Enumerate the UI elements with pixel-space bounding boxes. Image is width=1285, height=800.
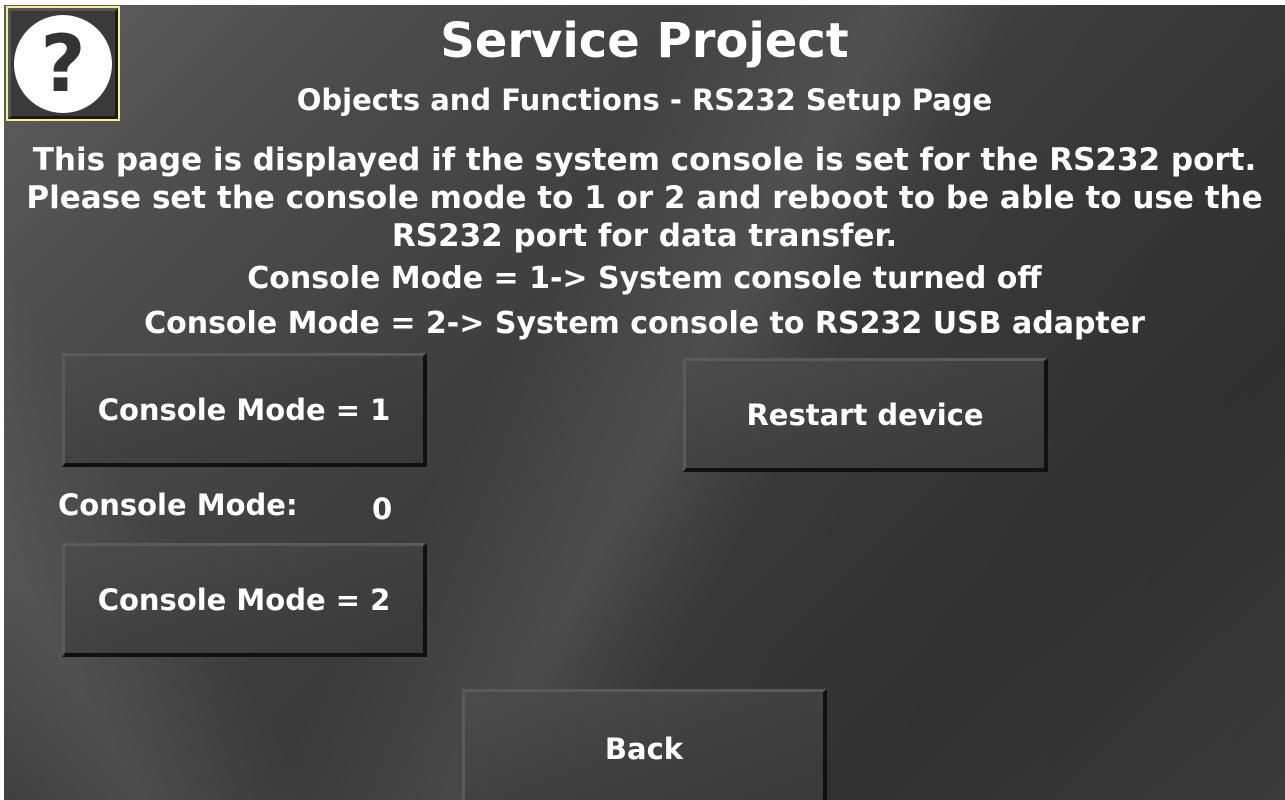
console-mode-status-label: Console Mode: xyxy=(58,488,298,522)
description: This page is displayed if the system con… xyxy=(4,141,1285,255)
description-line-3: RS232 port for data transfer. xyxy=(391,218,898,254)
mode-1-description: Console Mode = 1-> System console turned… xyxy=(247,261,1042,296)
restart-device-label: Restart device xyxy=(746,397,984,432)
back-button[interactable]: Back xyxy=(462,689,827,800)
console-mode-1-label: Console Mode = 1 xyxy=(97,392,391,427)
page-subtitle: Objects and Functions - RS232 Setup Page xyxy=(296,83,993,117)
console-mode-status-value: 0 xyxy=(372,492,393,526)
console-mode-2-button[interactable]: Console Mode = 2 xyxy=(62,543,427,657)
description-line-2: Please set the console mode to 1 or 2 an… xyxy=(26,180,1263,216)
console-mode-1-button[interactable]: Console Mode = 1 xyxy=(62,353,427,467)
back-label: Back xyxy=(604,731,684,766)
rs232-setup-screen: ? Service Project Objects and Functions … xyxy=(4,5,1285,800)
restart-device-button[interactable]: Restart device xyxy=(683,358,1048,472)
console-mode-2-label: Console Mode = 2 xyxy=(97,582,391,617)
page-title: Service Project xyxy=(440,13,849,69)
mode-2-description: Console Mode = 2-> System console to RS2… xyxy=(144,306,1145,341)
description-line-1: This page is displayed if the system con… xyxy=(32,142,1257,178)
